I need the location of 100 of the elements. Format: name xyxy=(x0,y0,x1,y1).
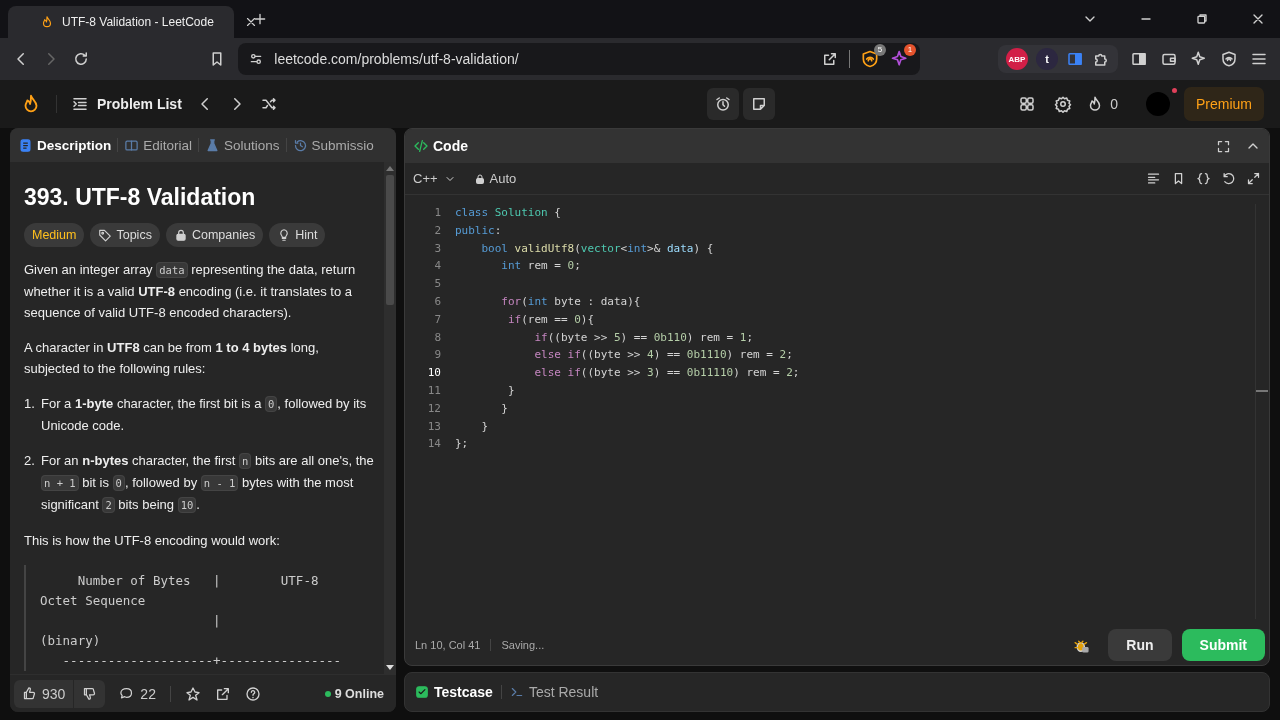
paragraph: This is how the UTF-8 encoding would work: xyxy=(24,532,281,550)
panel-tab[interactable]: Editorial xyxy=(124,137,193,153)
comments-button[interactable]: 22 xyxy=(119,685,156,702)
line-number: 12 xyxy=(426,400,442,417)
code-block-line: Octet Sequence xyxy=(40,592,147,610)
like-button[interactable]: 930 xyxy=(14,679,74,708)
reload-icon[interactable] xyxy=(72,50,90,68)
code-block-line: --------------------+---------------- xyxy=(61,652,343,670)
list-number: 2. xyxy=(24,452,36,470)
code-block-line: | xyxy=(212,612,222,630)
notification-dot xyxy=(1172,88,1177,93)
extension-icon[interactable]: ABP xyxy=(1006,48,1028,70)
cursor-position: Ln 10, Col 41 xyxy=(415,639,481,651)
scroll-marker xyxy=(1256,390,1268,392)
code-block-line: (binary) xyxy=(40,632,102,650)
code-line: int rem = 0; xyxy=(500,258,581,275)
format-icon[interactable] xyxy=(1146,171,1161,186)
paragraph: A character in UTF8 can be from 1 to 4 bytes long, subjected to the following rules: xyxy=(24,339,320,378)
book-icon xyxy=(124,137,140,153)
settings-icon[interactable] xyxy=(1054,95,1073,113)
fullscreen-icon[interactable] xyxy=(1216,138,1231,154)
line-number: 8 xyxy=(433,329,442,346)
shuffle-icon[interactable] xyxy=(259,95,278,113)
lock-icon xyxy=(473,172,486,185)
difficulty-tag[interactable]: Medium xyxy=(24,223,85,247)
line-number: 3 xyxy=(433,240,442,257)
tag-button[interactable]: Companies xyxy=(165,223,264,247)
tag-button[interactable]: Topics xyxy=(90,223,160,247)
code-line: public: xyxy=(455,222,502,239)
restore-icon[interactable] xyxy=(1194,11,1210,27)
count-badge: 1 xyxy=(904,44,916,56)
line-number: 6 xyxy=(433,294,442,310)
line-number: 10 xyxy=(426,365,442,382)
run-button[interactable]: Run xyxy=(1108,629,1172,661)
code-line: } xyxy=(480,418,489,435)
help-icon[interactable] xyxy=(244,685,261,702)
extension-icon[interactable]: t xyxy=(1036,48,1058,70)
lock-icon xyxy=(173,228,188,242)
line-number: 9 xyxy=(433,347,442,364)
streak-count: 0 xyxy=(1110,96,1118,112)
line-number: 5 xyxy=(433,276,442,293)
expand-icon[interactable] xyxy=(1246,171,1261,186)
panel-tab[interactable]: Description xyxy=(18,137,112,153)
list-icon xyxy=(71,95,89,113)
share-icon[interactable] xyxy=(821,50,839,68)
notes-button[interactable] xyxy=(743,88,775,120)
sparkle-icon[interactable] xyxy=(1190,50,1208,68)
list-item-text: For a 1-byte character, the first bit is a 0 , followed by its Unicode code. xyxy=(41,395,368,435)
dislike-button[interactable] xyxy=(73,679,106,708)
online-count: 9 Online xyxy=(334,686,384,701)
tab-title: UTF-8 Validation - LeetCode xyxy=(62,15,214,29)
window-icon[interactable] xyxy=(1066,50,1084,68)
line-number: 13 xyxy=(426,418,442,435)
document-icon xyxy=(18,137,33,153)
line-number: 14 xyxy=(426,436,442,453)
panel-tab[interactable]: Submissio xyxy=(292,137,374,153)
vpn-shield-icon[interactable] xyxy=(1220,50,1238,68)
reset-icon[interactable] xyxy=(1221,171,1236,186)
sidebar-icon[interactable] xyxy=(1130,50,1148,68)
comment-icon xyxy=(119,686,135,701)
panel-tab[interactable]: Testcase xyxy=(415,684,493,700)
code-line: bool validUtf8(vector<int>& data) { xyxy=(480,240,714,257)
code-line: if((byte >> 5) == 0b110) rem = 1; xyxy=(533,329,754,346)
code-line: } xyxy=(500,400,508,417)
list-item-text: For an n-bytes character, the first n bits are all one's, the n + 1 bit is 0 , followed by n - 1 bytes with the most significant 2 bits being 10 . xyxy=(41,452,375,515)
premium-button[interactable]: Premium xyxy=(1184,87,1264,121)
line-number: 1 xyxy=(433,205,442,221)
save-status: Saving... xyxy=(501,639,545,651)
thumbs-up-icon xyxy=(22,686,37,701)
tag-button[interactable]: Hint xyxy=(269,223,326,247)
paragraph: Given an integer array data representing the data, return whether it is a valid UTF-8 encoding (i.e. it translates to a sequence of valid UTF-8 encoded characters). xyxy=(24,261,357,322)
code-block-line: Number of Bytes | UTF-8 xyxy=(76,572,320,590)
alarm-clock-icon xyxy=(714,95,732,113)
line-number: 4 xyxy=(433,258,442,275)
star-icon[interactable] xyxy=(184,685,201,702)
scrollbar-thumb[interactable] xyxy=(386,175,394,305)
code-line: class Solution { xyxy=(455,205,561,221)
problem-list-button[interactable]: Problem List xyxy=(71,95,182,113)
line-number: 2 xyxy=(433,222,442,239)
code-icon xyxy=(413,138,429,154)
problem-title: 393. UTF-8 Validation xyxy=(24,184,257,211)
checkbox-icon xyxy=(415,685,429,699)
layout-icon[interactable] xyxy=(1018,95,1037,113)
share-icon[interactable] xyxy=(214,685,231,702)
timer-button[interactable] xyxy=(707,88,739,120)
code-line: for(int byte : data){ xyxy=(500,294,641,310)
count-badge: 5 xyxy=(874,44,886,56)
panel-tab[interactable]: Solutions xyxy=(205,137,280,153)
terminal-icon xyxy=(509,685,524,699)
history-icon xyxy=(292,137,308,153)
code-line: else if((byte >> 4) == 0b1110) rem = 2; xyxy=(533,347,793,364)
tag-icon xyxy=(98,228,113,242)
braces-icon[interactable] xyxy=(1196,171,1211,186)
code-line: } xyxy=(506,382,515,399)
new-tab-icon[interactable] xyxy=(252,11,268,27)
panel-tab[interactable]: Test Result xyxy=(509,684,599,700)
code-line: }; xyxy=(455,436,469,453)
language-dropdown[interactable]: C++ xyxy=(413,171,456,186)
mode-label: Auto xyxy=(489,171,517,186)
address-field[interactable]: leetcode.com/problems/utf-8-validation/ 5 1 xyxy=(238,43,920,75)
